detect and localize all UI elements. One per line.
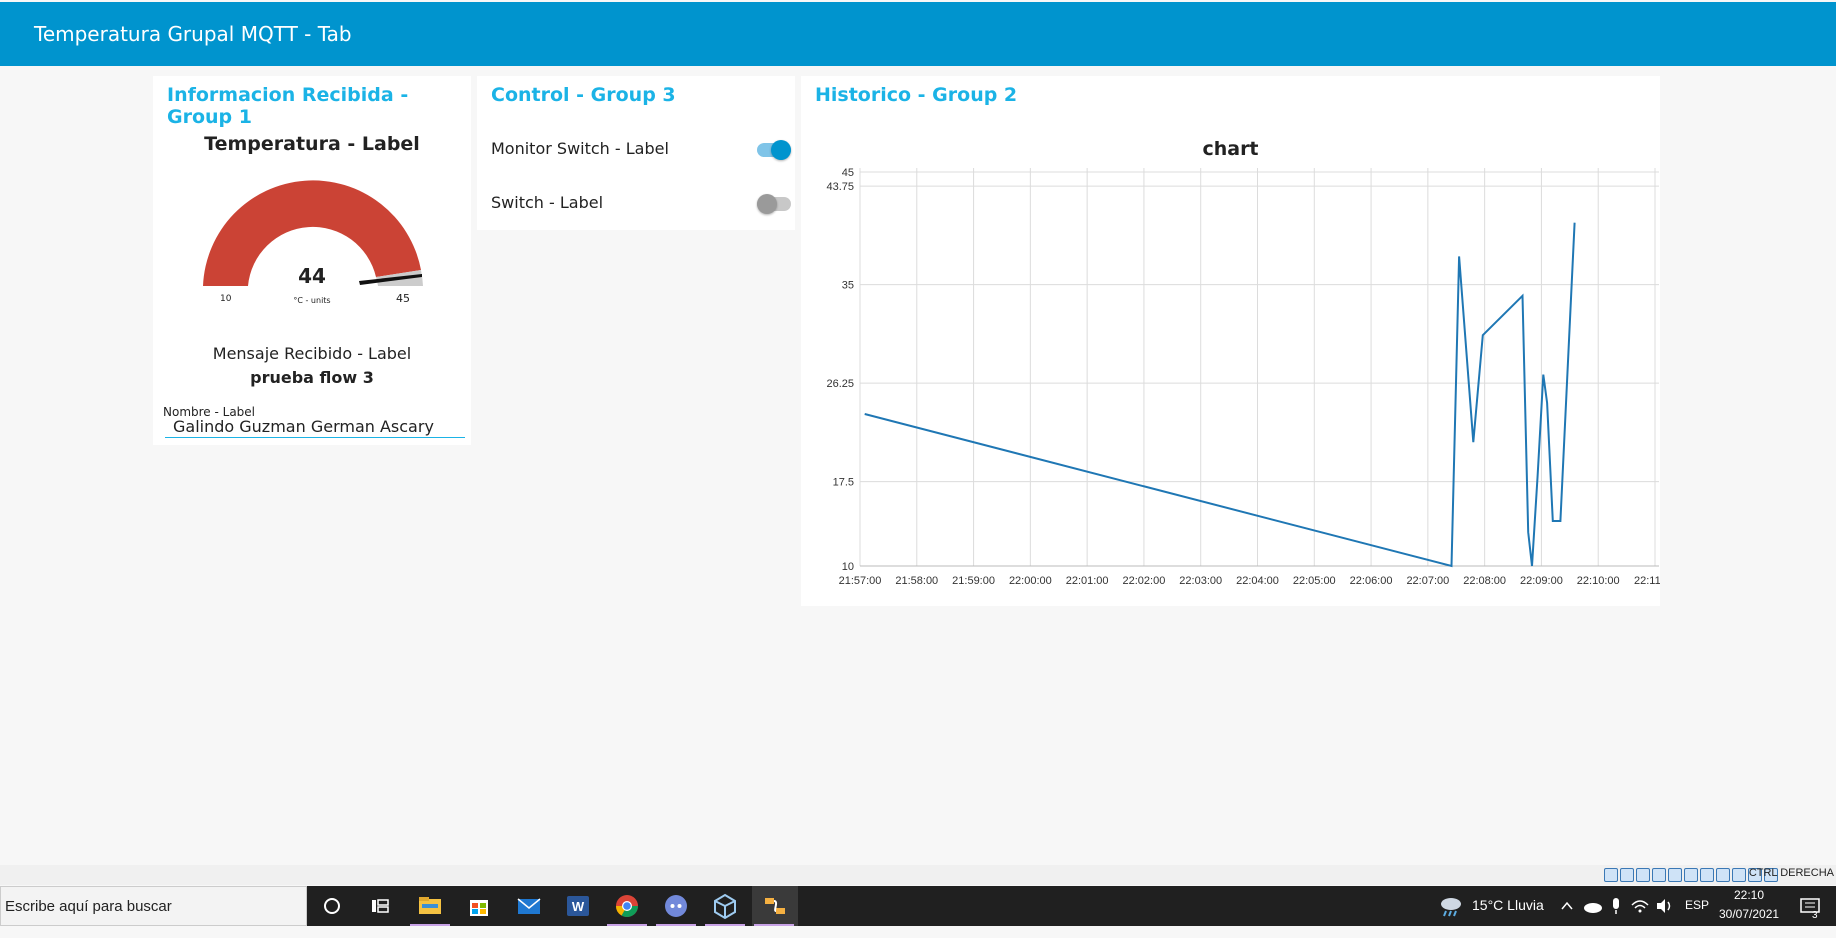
audio-icon[interactable] [1636, 868, 1650, 882]
x-tick-label: 22:08:00 [1463, 575, 1506, 586]
y-tick-label: 10 [842, 561, 854, 573]
x-tick-label: 22:01:00 [1066, 575, 1109, 586]
monitor-switch-row: Monitor Switch - Label [491, 134, 781, 164]
group-2-title: Historico - Group 2 [815, 84, 1017, 106]
virtualbox-icon[interactable] [711, 892, 739, 920]
vm-status-bar: CTRL DERECHA [0, 865, 1836, 885]
switch-knob [771, 140, 791, 160]
file-explorer-icon[interactable] [416, 892, 444, 920]
gauge-units: °C - units [267, 296, 357, 305]
history-chart: 45 43.75 35 26.25 17.5 10 21:57:00 21:58:00 21:5… [801, 166, 1660, 586]
group-2-card: Historico - Group 2 chart 45 43.75 35 26.25… [801, 76, 1660, 606]
weather-rain-icon[interactable] [1438, 894, 1464, 918]
x-tick-label: 21:59:00 [952, 575, 995, 586]
temperature-line [865, 223, 1575, 566]
discord-icon[interactable] [662, 892, 690, 920]
cortana-icon[interactable] [318, 892, 346, 920]
switch-toggle[interactable] [757, 197, 791, 211]
x-tick-label: 22:07:00 [1406, 575, 1449, 586]
svg-text:W: W [572, 899, 585, 914]
chart-title: chart [801, 138, 1660, 160]
mail-icon[interactable] [515, 892, 543, 920]
weather-text[interactable]: 15°C Lluvia [1472, 897, 1544, 937]
usb-icon[interactable] [1668, 868, 1682, 882]
x-tick-label: 22:02:00 [1123, 575, 1166, 586]
wifi-icon[interactable] [1630, 892, 1650, 920]
x-tick-label: 22:10:00 [1577, 575, 1620, 586]
x-tick-label: 21:57:00 [839, 575, 882, 586]
y-tick-label: 43.75 [826, 181, 854, 193]
y-tick-label: 17.5 [833, 477, 854, 489]
temperature-gauge [193, 171, 433, 311]
shared-folder-icon[interactable] [1684, 868, 1698, 882]
onedrive-icon[interactable] [1582, 892, 1604, 920]
monitor-switch-label: Monitor Switch - Label [491, 139, 669, 158]
group-1-card: Informacion Recibida - Group 1 Temperatu… [153, 76, 471, 445]
message-value: prueba flow 3 [153, 368, 471, 387]
page-title: Temperatura Grupal MQTT - Tab [34, 22, 352, 46]
recording-icon[interactable] [1716, 868, 1730, 882]
y-tick-label: 26.25 [826, 378, 854, 390]
cpu-icon[interactable] [1732, 868, 1746, 882]
x-tick-label: 22:00:00 [1009, 575, 1052, 586]
optical-drive-icon[interactable] [1620, 868, 1634, 882]
x-tick-label: 22:04:00 [1236, 575, 1279, 586]
search-placeholder: Escribe aquí para buscar [5, 898, 172, 915]
top-bar: Temperatura Grupal MQTT - Tab [0, 2, 1836, 66]
switch-row: Switch - Label [491, 188, 781, 218]
y-tick-label: 35 [842, 280, 854, 292]
gauge-title: Temperatura - Label [153, 133, 471, 155]
host-key-label: CTRL DERECHA [1749, 867, 1834, 879]
taskbar-search[interactable]: Escribe aquí para buscar [0, 886, 307, 926]
gauge-value: 44 [267, 264, 357, 288]
volume-icon[interactable] [1654, 892, 1674, 920]
group-1-title: Informacion Recibida - Group 1 [167, 84, 471, 128]
notification-count: 3 [1812, 910, 1818, 921]
chrome-icon[interactable] [613, 892, 641, 920]
clock-date[interactable]: 30/07/2021 [1719, 907, 1779, 921]
word-icon[interactable]: W [564, 892, 592, 920]
gauge-max: 45 [396, 292, 410, 305]
store-icon[interactable] [465, 892, 493, 920]
clock-time[interactable]: 22:10 [1734, 888, 1764, 902]
name-field[interactable] [165, 415, 465, 438]
hard-disk-icon[interactable] [1604, 868, 1618, 882]
x-tick-label: 21:58:00 [895, 575, 938, 586]
monitor-switch-toggle[interactable] [757, 143, 791, 157]
microphone-icon[interactable] [1608, 892, 1624, 920]
switch-label: Switch - Label [491, 193, 603, 212]
taskbar: Escribe aquí para buscar W 15°C Lluvia E… [0, 886, 1836, 926]
gauge-min: 10 [220, 294, 231, 304]
group-3-card: Control - Group 3 Monitor Switch - Label… [477, 76, 795, 230]
switch-knob [757, 194, 777, 214]
message-label: Mensaje Recibido - Label [153, 344, 471, 363]
language-indicator[interactable]: ESP [1685, 898, 1709, 938]
notification-icon[interactable] [1796, 892, 1824, 920]
task-view-icon[interactable] [366, 892, 394, 920]
x-tick-label: 22:11:00 [1634, 575, 1660, 586]
chevron-up-icon[interactable] [1559, 892, 1575, 920]
network-icon[interactable] [1652, 868, 1666, 882]
y-tick-label: 45 [842, 167, 854, 179]
node-red-icon[interactable] [761, 892, 789, 920]
x-tick-label: 22:06:00 [1350, 575, 1393, 586]
display-icon[interactable] [1700, 868, 1714, 882]
x-tick-label: 22:05:00 [1293, 575, 1336, 586]
x-tick-label: 22:09:00 [1520, 575, 1563, 586]
x-tick-label: 22:03:00 [1179, 575, 1222, 586]
group-3-title: Control - Group 3 [491, 84, 676, 106]
